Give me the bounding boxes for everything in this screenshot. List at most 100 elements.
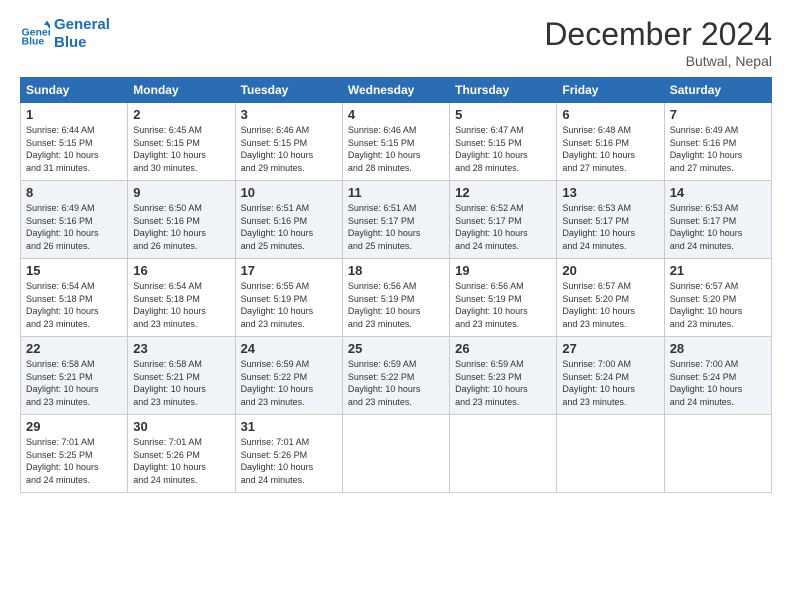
week-row-4: 22 Sunrise: 6:58 AM Sunset: 5:21 PM Dayli… xyxy=(21,337,772,415)
day-info: Sunrise: 6:46 AM Sunset: 5:15 PM Dayligh… xyxy=(241,124,337,174)
calendar-cell: 7Sunrise: 6:49 AM Sunset: 5:16 PM Daylig… xyxy=(664,103,771,181)
day-number: 31 xyxy=(241,419,337,434)
day-number: 13 xyxy=(562,185,658,200)
day-info: Sunrise: 6:44 AM Sunset: 5:15 PM Dayligh… xyxy=(26,124,122,174)
day-info: Sunrise: 6:51 AM Sunset: 5:16 PM Dayligh… xyxy=(241,202,337,252)
day-info: Sunrise: 6:53 AM Sunset: 5:17 PM Dayligh… xyxy=(670,202,766,252)
calendar-cell: 15 Sunrise: 6:54 AM Sunset: 5:18 PM Dayli… xyxy=(21,259,128,337)
day-number: 25 xyxy=(348,341,444,356)
logo-line2: Blue xyxy=(54,34,110,52)
calendar-cell: 2 Sunrise: 6:45 AM Sunset: 5:15 PM Daylig… xyxy=(128,103,235,181)
day-number: 9 xyxy=(133,185,229,200)
week-row-1: 1 Sunrise: 6:44 AM Sunset: 5:15 PM Daylig… xyxy=(21,103,772,181)
logo-line1: General xyxy=(54,16,110,34)
header: General Blue General Blue December 2024 … xyxy=(20,16,772,69)
day-number: 20 xyxy=(562,263,658,278)
day-number: 30 xyxy=(133,419,229,434)
calendar-cell: 26 Sunrise: 6:59 AM Sunset: 5:23 PM Dayli… xyxy=(450,337,557,415)
weekday-header-tuesday: Tuesday xyxy=(235,78,342,103)
calendar-table: SundayMondayTuesdayWednesdayThursdayFrid… xyxy=(20,77,772,493)
day-number: 18 xyxy=(348,263,444,278)
calendar-cell: 19Sunrise: 6:56 AM Sunset: 5:19 PM Dayli… xyxy=(450,259,557,337)
calendar-cell: 16 Sunrise: 6:54 AM Sunset: 5:18 PM Dayli… xyxy=(128,259,235,337)
calendar-cell xyxy=(557,415,664,493)
day-number: 16 xyxy=(133,263,229,278)
calendar-cell: 6Sunrise: 6:48 AM Sunset: 5:16 PM Daylig… xyxy=(557,103,664,181)
day-info: Sunrise: 7:01 AM Sunset: 5:26 PM Dayligh… xyxy=(241,436,337,486)
day-info: Sunrise: 6:51 AM Sunset: 5:17 PM Dayligh… xyxy=(348,202,444,252)
day-info: Sunrise: 6:50 AM Sunset: 5:16 PM Dayligh… xyxy=(133,202,229,252)
day-info: Sunrise: 6:52 AM Sunset: 5:17 PM Dayligh… xyxy=(455,202,551,252)
day-info: Sunrise: 6:46 AM Sunset: 5:15 PM Dayligh… xyxy=(348,124,444,174)
day-number: 22 xyxy=(26,341,122,356)
calendar-body: 1 Sunrise: 6:44 AM Sunset: 5:15 PM Daylig… xyxy=(21,103,772,493)
day-info: Sunrise: 6:58 AM Sunset: 5:21 PM Dayligh… xyxy=(26,358,122,408)
calendar-cell: 25 Sunrise: 6:59 AM Sunset: 5:22 PM Dayli… xyxy=(342,337,449,415)
weekday-header-row: SundayMondayTuesdayWednesdayThursdayFrid… xyxy=(21,78,772,103)
weekday-header-saturday: Saturday xyxy=(664,78,771,103)
calendar-cell: 30Sunrise: 7:01 AM Sunset: 5:26 PM Dayli… xyxy=(128,415,235,493)
day-info: Sunrise: 6:59 AM Sunset: 5:23 PM Dayligh… xyxy=(455,358,551,408)
day-number: 17 xyxy=(241,263,337,278)
calendar-cell: 22 Sunrise: 6:58 AM Sunset: 5:21 PM Dayli… xyxy=(21,337,128,415)
day-number: 24 xyxy=(241,341,337,356)
month-title: December 2024 xyxy=(544,16,772,53)
day-number: 11 xyxy=(348,185,444,200)
calendar-cell: 21 Sunrise: 6:57 AM Sunset: 5:20 PM Dayli… xyxy=(664,259,771,337)
title-block: December 2024 Butwal, Nepal xyxy=(544,16,772,69)
week-row-3: 15 Sunrise: 6:54 AM Sunset: 5:18 PM Dayli… xyxy=(21,259,772,337)
day-number: 8 xyxy=(26,185,122,200)
calendar-cell: 28Sunrise: 7:00 AM Sunset: 5:24 PM Dayli… xyxy=(664,337,771,415)
week-row-2: 8Sunrise: 6:49 AM Sunset: 5:16 PM Daylig… xyxy=(21,181,772,259)
day-number: 1 xyxy=(26,107,122,122)
day-number: 3 xyxy=(241,107,337,122)
day-info: Sunrise: 7:00 AM Sunset: 5:24 PM Dayligh… xyxy=(670,358,766,408)
logo: General Blue General Blue xyxy=(20,16,110,52)
day-number: 21 xyxy=(670,263,766,278)
day-info: Sunrise: 6:54 AM Sunset: 5:18 PM Dayligh… xyxy=(133,280,229,330)
day-info: Sunrise: 6:59 AM Sunset: 5:22 PM Dayligh… xyxy=(348,358,444,408)
day-info: Sunrise: 7:01 AM Sunset: 5:25 PM Dayligh… xyxy=(26,436,122,486)
calendar-cell: 13 Sunrise: 6:53 AM Sunset: 5:17 PM Dayli… xyxy=(557,181,664,259)
day-number: 7 xyxy=(670,107,766,122)
day-info: Sunrise: 6:56 AM Sunset: 5:19 PM Dayligh… xyxy=(455,280,551,330)
day-info: Sunrise: 6:47 AM Sunset: 5:15 PM Dayligh… xyxy=(455,124,551,174)
week-row-5: 29Sunrise: 7:01 AM Sunset: 5:25 PM Dayli… xyxy=(21,415,772,493)
day-number: 10 xyxy=(241,185,337,200)
svg-text:Blue: Blue xyxy=(22,36,45,48)
day-info: Sunrise: 6:57 AM Sunset: 5:20 PM Dayligh… xyxy=(670,280,766,330)
day-info: Sunrise: 6:45 AM Sunset: 5:15 PM Dayligh… xyxy=(133,124,229,174)
day-number: 27 xyxy=(562,341,658,356)
calendar-cell: 11 Sunrise: 6:51 AM Sunset: 5:17 PM Dayli… xyxy=(342,181,449,259)
day-info: Sunrise: 7:00 AM Sunset: 5:24 PM Dayligh… xyxy=(562,358,658,408)
day-number: 26 xyxy=(455,341,551,356)
day-info: Sunrise: 6:48 AM Sunset: 5:16 PM Dayligh… xyxy=(562,124,658,174)
calendar-cell xyxy=(664,415,771,493)
calendar-cell: 18Sunrise: 6:56 AM Sunset: 5:19 PM Dayli… xyxy=(342,259,449,337)
day-info: Sunrise: 6:55 AM Sunset: 5:19 PM Dayligh… xyxy=(241,280,337,330)
calendar-cell: 29Sunrise: 7:01 AM Sunset: 5:25 PM Dayli… xyxy=(21,415,128,493)
calendar-cell xyxy=(342,415,449,493)
logo-icon: General Blue xyxy=(20,19,50,49)
calendar-cell: 1 Sunrise: 6:44 AM Sunset: 5:15 PM Daylig… xyxy=(21,103,128,181)
day-number: 23 xyxy=(133,341,229,356)
calendar-cell: 27 Sunrise: 7:00 AM Sunset: 5:24 PM Dayli… xyxy=(557,337,664,415)
day-number: 5 xyxy=(455,107,551,122)
day-number: 14 xyxy=(670,185,766,200)
location: Butwal, Nepal xyxy=(544,53,772,69)
day-info: Sunrise: 6:53 AM Sunset: 5:17 PM Dayligh… xyxy=(562,202,658,252)
day-number: 15 xyxy=(26,263,122,278)
day-number: 12 xyxy=(455,185,551,200)
calendar-cell: 8Sunrise: 6:49 AM Sunset: 5:16 PM Daylig… xyxy=(21,181,128,259)
calendar-cell xyxy=(450,415,557,493)
day-number: 2 xyxy=(133,107,229,122)
weekday-header-monday: Monday xyxy=(128,78,235,103)
calendar-cell: 24 Sunrise: 6:59 AM Sunset: 5:22 PM Dayli… xyxy=(235,337,342,415)
day-info: Sunrise: 6:59 AM Sunset: 5:22 PM Dayligh… xyxy=(241,358,337,408)
calendar-cell: 9 Sunrise: 6:50 AM Sunset: 5:16 PM Daylig… xyxy=(128,181,235,259)
calendar-cell: 5 Sunrise: 6:47 AM Sunset: 5:15 PM Daylig… xyxy=(450,103,557,181)
calendar-cell: 10 Sunrise: 6:51 AM Sunset: 5:16 PM Dayli… xyxy=(235,181,342,259)
weekday-header-thursday: Thursday xyxy=(450,78,557,103)
calendar-cell: 20Sunrise: 6:57 AM Sunset: 5:20 PM Dayli… xyxy=(557,259,664,337)
day-info: Sunrise: 6:54 AM Sunset: 5:18 PM Dayligh… xyxy=(26,280,122,330)
